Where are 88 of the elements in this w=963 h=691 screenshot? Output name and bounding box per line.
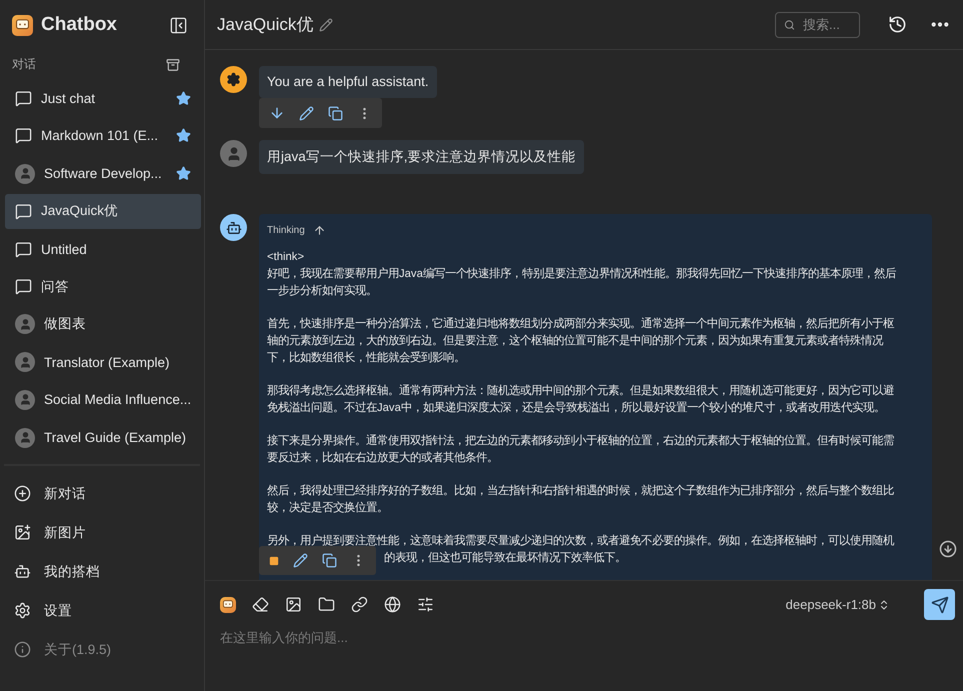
search-field[interactable]: 搜索... (775, 12, 860, 38)
conversation-title: Social Media Influence... (44, 392, 192, 408)
edit-icon[interactable] (299, 106, 314, 120)
message-paragraph: <think> 好吧，我现在需要帮用户用Java编写一个快速排序，特别是要注意边界情况和性能。那我得先回忆一下快速排序的基本原理，然后 一步步分析如何实现。 (267, 250, 896, 299)
chatbox-logo-icon (220, 596, 236, 612)
conversation-title: JavaQuick优 (41, 202, 120, 220)
globe-icon[interactable] (384, 596, 401, 613)
conversation-item[interactable]: Translator (Example) (5, 344, 202, 380)
more-icon (931, 22, 949, 27)
chat-bubble-icon (15, 90, 32, 107)
conversation-title: Travel Guide (Example) (44, 430, 188, 446)
about-icon (14, 641, 31, 658)
partners-icon (14, 563, 31, 580)
sliders-icon[interactable] (417, 596, 434, 613)
conversation-title: Translator (Example) (44, 354, 171, 370)
conversation-item[interactable]: JavaQuick优 (5, 194, 202, 229)
image-icon[interactable] (285, 596, 302, 613)
message-paragraph: 另外，用户提到要注意性能，这意味着我需要尽量减少递归的次数，或者避免不必要的操作。例如，在选择枢轴时，可以使用随机 (267, 533, 894, 549)
user-avatar-icon (15, 164, 35, 184)
message-paragraph: 首先，快速排序是一种分治算法，它通过递归地将数组划分成两部分来实现。通常选择一个中间元素作为枢轴，然后把所有小于枢 轴的元素放到左边，大的放到右边。但是要注意，这个枢轴的位置可能不是中间的那个元素，因为如果有重复元素或者特殊情况 下，比如数组很长，性能就会受到影响。 (267, 316, 894, 366)
history-icon (888, 15, 907, 34)
star-icon[interactable] (176, 128, 192, 144)
thinking-label: Thinking (267, 224, 305, 238)
menu-item[interactable]: 我的搭档 (14, 552, 204, 591)
menu-item[interactable]: 关于(1.9.5) (14, 630, 204, 669)
send-icon (930, 596, 948, 614)
user-avatar-icon (15, 314, 35, 334)
conversation-title: 做图表 (44, 315, 87, 334)
message-input[interactable]: 在这里输入你的问题... (220, 630, 955, 645)
conversation-item[interactable]: 做图表 (5, 307, 202, 342)
chat-bubble-icon (15, 202, 32, 220)
chat-bubble-icon (15, 278, 32, 296)
conversation-item[interactable]: Travel Guide (Example) (5, 420, 202, 455)
chatbox-logo-icon (12, 14, 33, 36)
chat-title: JavaQuick优 (217, 14, 314, 36)
conversation-title: Just chat (41, 90, 96, 106)
message-paragraph: 然后，我得处理已经排序好的子数组。比如，当左指针和右指针相遇的时候，就把这个子数组作为已排序部分，然后与整个数组比 较，决定是否交换位置。 (267, 483, 894, 516)
menu-item[interactable]: 新图片 (14, 513, 204, 552)
settings-icon (14, 602, 31, 619)
eraser-icon[interactable] (252, 596, 269, 613)
edit-title-icon[interactable] (319, 18, 334, 32)
conversation-title: 问答 (41, 278, 70, 296)
star-icon[interactable] (176, 90, 192, 106)
conversation-item[interactable]: Just chat (5, 81, 202, 116)
user-avatar-icon (220, 140, 247, 167)
robot-avatar-icon (220, 214, 247, 241)
system-message: You are a helpful assistant. (259, 66, 437, 98)
conversation-item[interactable]: Social Media Influence... (5, 382, 202, 418)
chat-bubble-icon (15, 127, 32, 144)
chevron-icon (878, 598, 890, 610)
copy-icon[interactable] (322, 553, 337, 568)
search-icon (784, 18, 795, 32)
conversation-title: Software Develop... (44, 166, 163, 182)
scroll-down-icon[interactable] (939, 540, 957, 558)
partial-text-line: 的表现，但这也可能导致在最坏情况下效率低下。 (384, 550, 627, 566)
gear-avatar-icon (220, 66, 247, 93)
app-name: Chatbox (41, 14, 118, 36)
user-avatar-icon (15, 390, 35, 410)
conversation-item[interactable]: Markdown 101 (E... (5, 118, 202, 154)
user-avatar-icon (15, 428, 35, 448)
folder-icon[interactable] (318, 596, 335, 613)
more-button[interactable] (929, 20, 951, 29)
new-image-icon (14, 524, 31, 541)
search-input[interactable]: 搜索... (803, 17, 851, 32)
model-selector[interactable]: deepseek-r1:8b (786, 597, 890, 612)
edit-icon[interactable] (293, 553, 308, 568)
collapse-sidebar-icon[interactable] (169, 16, 188, 34)
new-chat-icon (14, 485, 31, 502)
stop-icon[interactable] (269, 556, 279, 566)
link-icon[interactable] (351, 596, 368, 613)
menu-item[interactable]: 新对话 (14, 474, 204, 513)
arrow-up-icon[interactable] (312, 224, 326, 237)
user-avatar-icon (15, 352, 35, 372)
star-icon[interactable] (176, 166, 192, 182)
section-label: 对话 (12, 56, 36, 73)
user-message: 用java写一个快速排序,要求注意边界情况以及性能 (259, 140, 584, 174)
conversation-title: Untitled (41, 242, 88, 257)
message-paragraph: 接下来是分界操作。通常使用双指针法，把左边的元素都移动到小于枢轴的位置，右边的元素都大于枢轴的位置。但有时候可能需 要反过来，比如在右边放更大的或者其他条件。 (267, 434, 894, 466)
conversation-item[interactable]: Untitled (5, 232, 202, 266)
message-paragraph: 那我得考虑怎么选择枢轴。通常有两种方法：随机选或用中间的那个元素。但是如果数组很大，用随机选可能更好，因为它可以避 免栈溢出问题。不过在Java中，如果递归深度太深，还是会导致栈溢出，所以最好设置一个较小的堆尺寸，或者改用迭代实现。 (267, 383, 894, 416)
copy-icon[interactable] (328, 106, 343, 120)
chat-bubble-icon (15, 240, 32, 258)
conversation-title: Markdown 101 (E... (41, 128, 160, 144)
archive-icon[interactable] (166, 58, 180, 72)
menu-item[interactable]: 设置 (14, 591, 204, 630)
conversation-item[interactable]: 问答 (5, 270, 202, 304)
send-button[interactable] (924, 589, 955, 620)
conversation-item[interactable]: Software Develop... (5, 156, 202, 191)
